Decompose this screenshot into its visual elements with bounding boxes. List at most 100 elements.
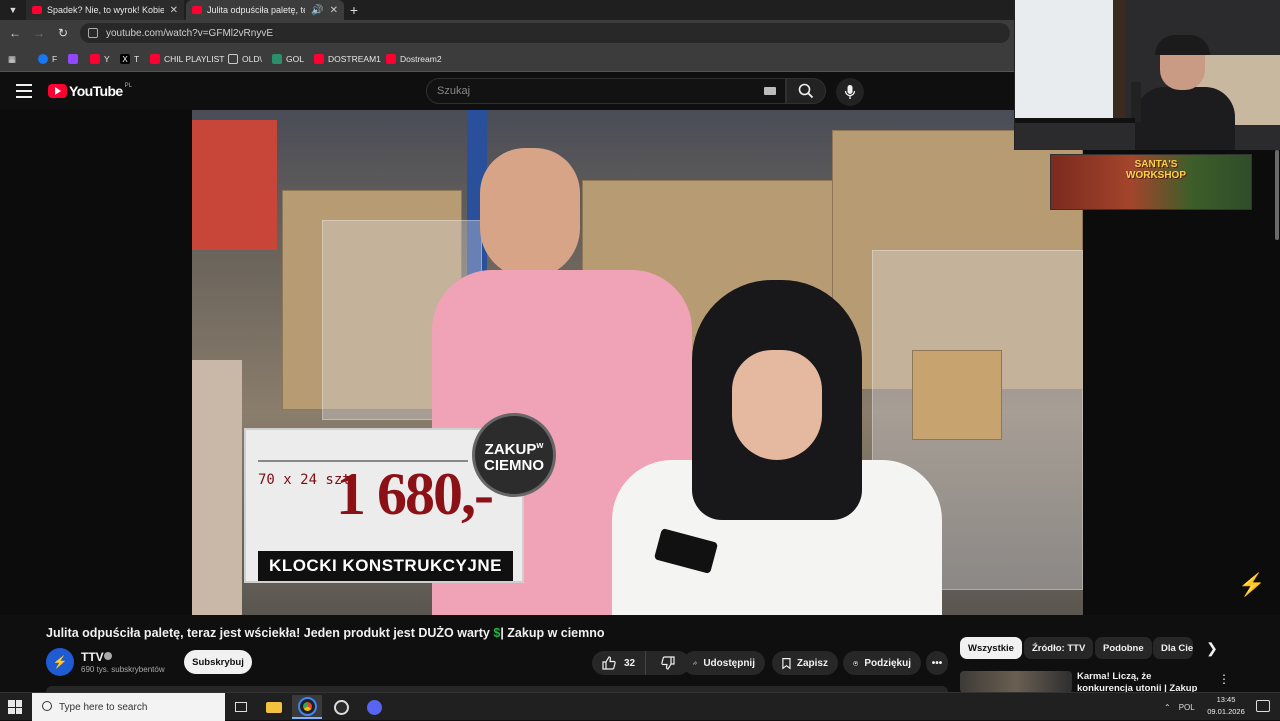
- bookmark-dostream1[interactable]: DOSTREAM1: [314, 52, 381, 66]
- input-language[interactable]: POL: [1179, 703, 1195, 712]
- tab-title: Julita odpuściła paletę, tera: [207, 5, 305, 15]
- obs-taskbar-icon[interactable]: [326, 695, 356, 719]
- browser-toolbar: ← → ↻ youtube.com/watch?v=GFMl2vRnyvE: [0, 20, 1014, 46]
- like-button[interactable]: 32: [592, 651, 647, 675]
- notification-icon[interactable]: [1256, 700, 1270, 712]
- forward-arrow-icon[interactable]: →: [30, 24, 48, 42]
- more-vertical-icon[interactable]: ⋮: [1218, 672, 1230, 686]
- chevron-up-icon[interactable]: ⌃: [1164, 703, 1171, 712]
- thumbs-up-icon: [602, 656, 616, 670]
- santas-workshop-banner: SANTA'S WORKSHOP: [1050, 154, 1252, 210]
- tab-search-chevron-icon[interactable]: ▼: [4, 2, 22, 18]
- bookmark-folder-old[interactable]: OLD\: [228, 52, 262, 66]
- save-button[interactable]: Zapisz: [772, 651, 838, 675]
- x-logo-icon: X: [120, 54, 130, 64]
- bookmark-chil-playlist[interactable]: CHIL PLAYLIST: [150, 52, 224, 66]
- gol-icon: [272, 54, 282, 64]
- taskbar-clock[interactable]: 13:45 09.01.2026: [1204, 694, 1248, 718]
- bookmarks-bar: ▦ F Y XT CHIL PLAYLIST OLD\ GOL DOSTREAM…: [0, 46, 1014, 72]
- bookmark-twitch[interactable]: [68, 52, 82, 66]
- task-view-icon[interactable]: [226, 695, 256, 719]
- video-scene-red-box: [192, 120, 277, 250]
- thanks-button[interactable]: Podziękuj: [843, 651, 921, 675]
- price-text: 1 680,-: [336, 461, 494, 527]
- audio-playing-icon[interactable]: 🔊: [311, 5, 323, 16]
- apps-grid-icon[interactable]: ▦: [8, 52, 16, 66]
- file-explorer-icon[interactable]: [259, 695, 289, 719]
- new-tab-button[interactable]: +: [346, 0, 362, 20]
- chip-similar[interactable]: Podobne: [1095, 637, 1152, 659]
- url-text: youtube.com/watch?v=GFMl2vRnyvE: [106, 27, 274, 39]
- video-title: Julita odpuściła paletę, teraz jest wści…: [46, 626, 605, 640]
- back-arrow-icon[interactable]: ←: [6, 24, 24, 42]
- youtube-icon: [386, 54, 396, 64]
- site-info-icon[interactable]: [88, 28, 98, 38]
- page-scrollbar[interactable]: [1275, 150, 1279, 240]
- chip-for-you[interactable]: Dla Ciebie: [1153, 637, 1193, 659]
- search-icon: [42, 701, 52, 711]
- bookmark-x[interactable]: XT: [120, 52, 139, 66]
- system-tray: ⌃ POL: [1164, 693, 1195, 721]
- close-tab-icon[interactable]: ✕: [170, 5, 178, 16]
- verified-badge-icon: [104, 652, 112, 660]
- chrome-taskbar-icon[interactable]: [292, 695, 322, 719]
- subscribe-button[interactable]: Subskrybuj: [184, 650, 252, 674]
- channel-watermark-icon[interactable]: ⚡: [1238, 572, 1265, 598]
- youtube-header: YouTube PL Szukaj: [0, 72, 1014, 110]
- super-thanks-icon: [853, 660, 859, 666]
- browser-tab-1[interactable]: Spadek? Nie, to wyrok! Kobieta ✕: [26, 0, 184, 20]
- youtube-favicon-icon: [32, 6, 42, 14]
- more-actions-icon[interactable]: •••: [926, 651, 948, 675]
- bookmark-gol[interactable]: GOL: [272, 52, 304, 66]
- microphone-icon: [844, 85, 856, 99]
- dislike-button[interactable]: [652, 651, 684, 675]
- recommended-video-thumbnail[interactable]: [960, 671, 1072, 693]
- youtube-icon: [314, 54, 324, 64]
- voice-search-button[interactable]: [836, 78, 864, 106]
- search-button[interactable]: [786, 78, 826, 104]
- like-count: 32: [624, 657, 636, 669]
- bookmark-icon: [782, 657, 791, 670]
- browser-tab-2-active[interactable]: Julita odpuściła paletę, tera 🔊 ✕: [186, 0, 344, 20]
- chevron-right-icon[interactable]: ❯: [1204, 640, 1220, 656]
- chip-source-ttv[interactable]: Źródło: TTV: [1024, 637, 1094, 659]
- search-input[interactable]: Szukaj: [426, 78, 786, 104]
- youtube-favicon-icon: [192, 6, 202, 14]
- youtube-icon: [150, 54, 160, 64]
- taskbar-search-input[interactable]: Type here to search: [32, 693, 225, 721]
- chip-all[interactable]: Wszystkie: [960, 637, 1022, 659]
- share-arrow-icon: [693, 661, 698, 665]
- product-label: KLOCKI KONSTRUKCYJNE: [258, 551, 513, 581]
- windows-start-icon[interactable]: [8, 700, 22, 714]
- player-left-letterbox: [0, 110, 192, 615]
- tab-title: Spadek? Nie, to wyrok! Kobieta: [47, 5, 164, 15]
- recommended-video-title[interactable]: Karma! Liczą, że konkurencja utonii | Za…: [1077, 671, 1207, 693]
- bookmark-youtube[interactable]: Y: [90, 52, 110, 66]
- video-player[interactable]: 70 x 24 szt. 1 680,- KLOCKI KONSTRUKCYJN…: [192, 110, 1083, 615]
- youtube-logo[interactable]: YouTube PL: [48, 83, 132, 99]
- subscriber-count: 690 tys. subskrybentów: [81, 665, 165, 674]
- like-dislike-group: 32: [592, 651, 690, 675]
- discord-taskbar-icon[interactable]: [359, 695, 389, 719]
- search-icon: [798, 83, 814, 99]
- close-tab-icon[interactable]: ✕: [330, 5, 338, 16]
- video-scene-left-person: [192, 360, 242, 615]
- streamer-webcam: [1014, 0, 1280, 150]
- channel-avatar[interactable]: ⚡: [46, 648, 74, 676]
- thumbs-down-icon: [661, 656, 675, 670]
- windows-taskbar: Type here to search ⌃ POL 13:45 09.01.20…: [0, 692, 1280, 721]
- menu-hamburger-icon[interactable]: [16, 84, 32, 98]
- bookmark-facebook[interactable]: F: [38, 52, 57, 66]
- reload-icon[interactable]: ↻: [54, 24, 72, 42]
- share-button[interactable]: Udostępnij: [683, 651, 765, 675]
- channel-name[interactable]: TTV: [81, 650, 104, 664]
- youtube-play-icon: [48, 84, 67, 98]
- bookmark-dostream2[interactable]: Dostream2: [386, 52, 442, 66]
- video-scene-woman: [612, 280, 942, 615]
- zakup-w-ciemno-badge: ZAKUPw CIEMNO: [472, 413, 556, 497]
- twitch-icon: [68, 54, 78, 64]
- folder-icon: [228, 54, 238, 64]
- youtube-icon: [90, 54, 100, 64]
- keyboard-icon[interactable]: [764, 87, 776, 95]
- address-bar[interactable]: youtube.com/watch?v=GFMl2vRnyvE: [80, 23, 1010, 43]
